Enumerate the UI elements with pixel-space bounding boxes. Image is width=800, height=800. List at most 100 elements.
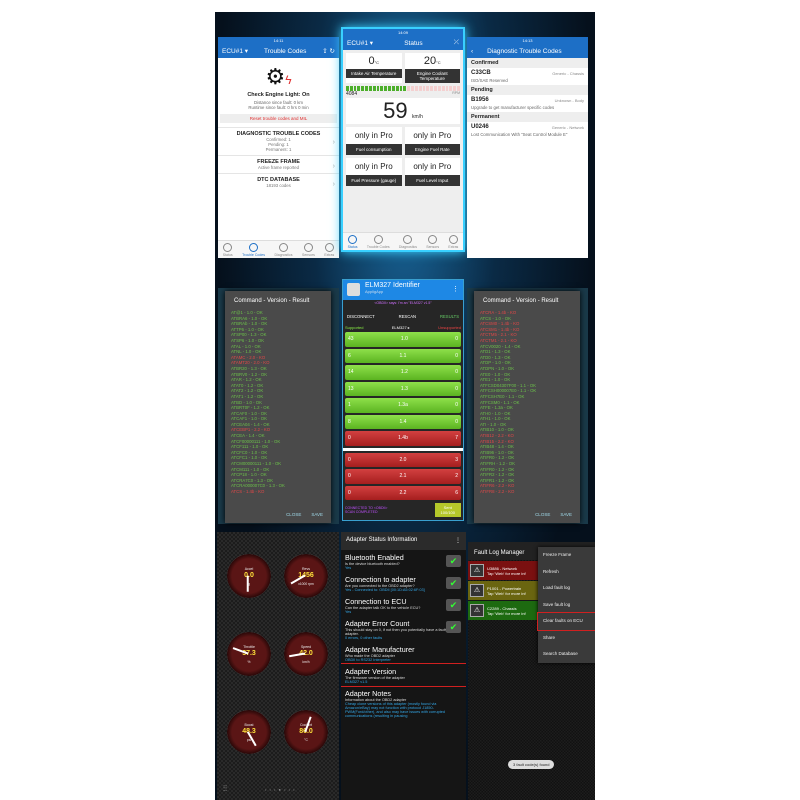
version-row[interactable]: 0 2.2 6 (345, 485, 461, 500)
toast-message: 3 fault code(s) found (508, 760, 555, 769)
menu-item-load-fault-log[interactable]: Load fault log (538, 580, 595, 597)
version-row[interactable]: 13 1.3 0 (345, 381, 461, 396)
nav-bar: ‹ Diagnostic Trouble Codes (467, 44, 588, 58)
pro-label: only in Pro (413, 162, 452, 171)
warning-icon: ⚠ (470, 564, 484, 577)
freeze-frame-section[interactable]: FREEZE FRAME Active frame reported › (218, 155, 339, 173)
menu-item-refresh[interactable]: Refresh (538, 564, 595, 581)
tab-extras[interactable]: Extras (448, 234, 458, 249)
cell-label: Fuel Pressure (gauge) (346, 175, 402, 186)
adapter-status-item[interactable]: Adapter Version The firmware version of t… (341, 663, 466, 687)
gauge-label: Accel (244, 567, 254, 571)
overflow-menu-icon[interactable]: ⋮ (455, 537, 461, 545)
adapter-status-item[interactable]: Adapter Manufacturer Who made the OBD2 ad… (341, 642, 466, 664)
version-row[interactable]: 0 2.0 3 (345, 452, 461, 467)
dtc-section[interactable]: DIAGNOSTIC TROUBLE CODES Confirmed: 1 Pend… (218, 127, 339, 155)
unsupported-header: Unsupported (438, 325, 461, 330)
close-button[interactable]: CLOSE (535, 512, 550, 517)
screen-title: Diagnostic Trouble Codes (487, 47, 562, 55)
fault-text: P1001 - Powertrain Tap 'Web' for more inf (487, 586, 526, 596)
version-row[interactable]: 14 1.2 0 (345, 365, 461, 380)
tab-extras[interactable]: Extras (324, 242, 334, 257)
rpm-segment (380, 86, 384, 91)
tab-status[interactable]: Status (223, 242, 233, 257)
rpm-segment (434, 86, 437, 91)
coolant-value: 20 (423, 55, 437, 67)
dtc-database-section[interactable]: DTC DATABASE 18193 codes › (218, 173, 339, 191)
rpm-bar (346, 86, 460, 91)
rpm-segment (391, 86, 395, 91)
close-button[interactable]: CLOSE (286, 512, 301, 517)
back-icon[interactable]: ‹ (471, 48, 473, 55)
menu-item-clear-faults-on-ecu[interactable]: Clear faults on ECU (537, 612, 595, 631)
gauge-speed: Speed 42.0 km/h (284, 632, 328, 676)
fault-sub: Tap 'Web' for more inf (487, 570, 526, 576)
version-row[interactable]: 1 1.3a 0 (345, 398, 461, 413)
permanent-count: Permanent: 1 (265, 147, 292, 152)
tab-status[interactable]: Status (348, 234, 358, 249)
ecu-selector[interactable]: ECU#1 ▾ (347, 39, 373, 47)
dtc-row[interactable]: C33CB Generic - Chassis ISO/SAE Reserved (467, 68, 588, 85)
item-value: Yes - Connected to: OBDII [00:1D:A5:02:6… (345, 588, 425, 592)
gears-icon (403, 234, 413, 244)
save-button[interactable]: SAVE (560, 512, 572, 517)
menu-item-save-fault-log[interactable]: Save fault log (538, 597, 595, 614)
item-title: Adapter Error Count (345, 619, 410, 628)
tab-sensors[interactable]: Sensors (426, 234, 439, 249)
item-value: Yes (345, 566, 352, 570)
overflow-menu-icon[interactable]: ⋮ (452, 285, 459, 293)
command-list: ATCRA - 1.4b - KO ATCS - 1.0 - OK ATCSM0 -… (474, 310, 580, 495)
menu-item-search-database[interactable]: Search Database (538, 646, 595, 663)
dtc-row[interactable]: U0246 Generic - Network Lost Communication… (467, 122, 588, 139)
page-indicator[interactable]: • • • ● • • • (265, 787, 296, 792)
disconnect-icon[interactable]: ⤫ (454, 39, 459, 47)
adapter-status-item[interactable]: Adapter Notes Information about the OBD2 … (341, 686, 466, 720)
app-bar: ELM327 Identifier AppligApp ⋮ (343, 280, 463, 300)
version-header: ELM327 ▸ (391, 325, 410, 330)
item-title: Bluetooth Enabled (345, 553, 404, 562)
tab-trouble-codes[interactable]: Trouble Codes (242, 242, 265, 257)
rpm-segment (414, 86, 418, 91)
adapter-status-item[interactable]: Connection to ECU Can the adapter talk OK… (341, 594, 466, 616)
menu-item-freeze-frame[interactable]: Freeze Frame (538, 547, 595, 564)
question-icon (324, 242, 334, 252)
gauge-boost: Boost48.3psi (227, 710, 271, 754)
supported-count: 8 (348, 418, 351, 425)
connection-status: CONNECTED TO <OBDII> SCAN COMPLETED (345, 506, 388, 514)
rpm-segment (403, 86, 407, 91)
tab-diagnostics[interactable]: Diagnostics (399, 234, 417, 249)
version-row[interactable]: 0 1.4b 7 (345, 431, 461, 446)
status-screen: 14:09 ECU#1 ▾ Status ⤫ 0°C Intake Air Tempe… (341, 27, 465, 252)
adapter-status-item[interactable]: Bluetooth Enabled Is the device bluetooth… (341, 550, 466, 572)
version-row[interactable]: 8 1.4 0 (345, 414, 461, 429)
rpm-unit: RPM (452, 91, 460, 95)
reset-codes-button[interactable]: Reset trouble codes and MIL (220, 114, 337, 123)
adapter-status-item[interactable]: Adapter Error Count This should stay on 0… (341, 616, 466, 642)
app-logo-icon (347, 283, 360, 296)
pro-label: only in Pro (354, 162, 393, 171)
share-icon[interactable]: ⇪ ↻ (322, 47, 335, 55)
version: 1.1 (399, 352, 407, 359)
tab-sensors[interactable]: Sensors (302, 242, 315, 257)
disconnect-button[interactable]: DISCONNECT (347, 314, 375, 319)
menu-item-share[interactable]: Share (538, 630, 595, 647)
version-row[interactable]: 43 1.0 0 (345, 332, 461, 347)
ecu-selector[interactable]: ECU#1 ▾ (222, 47, 248, 55)
tab-trouble-codes[interactable]: Trouble Codes (367, 234, 390, 249)
tab-diagnostics[interactable]: Diagnostics (274, 242, 293, 257)
rescan-button[interactable]: RESCAN (399, 314, 416, 319)
version-row[interactable]: 0 2.1 2 (345, 469, 461, 484)
unsupported-count: 0 (455, 336, 458, 343)
gauge-needle (247, 575, 249, 592)
settings-sliders-icon[interactable]: ⫶⫶ (223, 784, 227, 794)
item-value: Cheap clone versions of this adapter (mo… (345, 702, 446, 718)
rpm-segment (365, 86, 368, 91)
rpm-segment (368, 86, 372, 91)
adapter-status-item[interactable]: Connection to adapter Are you connected t… (341, 572, 466, 594)
gauge-label: Revs (302, 567, 310, 571)
results-tab[interactable]: RESULTS (440, 314, 459, 319)
dtc-row[interactable]: B1956 Unknown - Body Upgrade to get manufa… (467, 95, 588, 112)
save-button[interactable]: SAVE (311, 512, 323, 517)
tab-label: Sensors (302, 252, 315, 257)
version-row[interactable]: 6 1.1 0 (345, 348, 461, 363)
